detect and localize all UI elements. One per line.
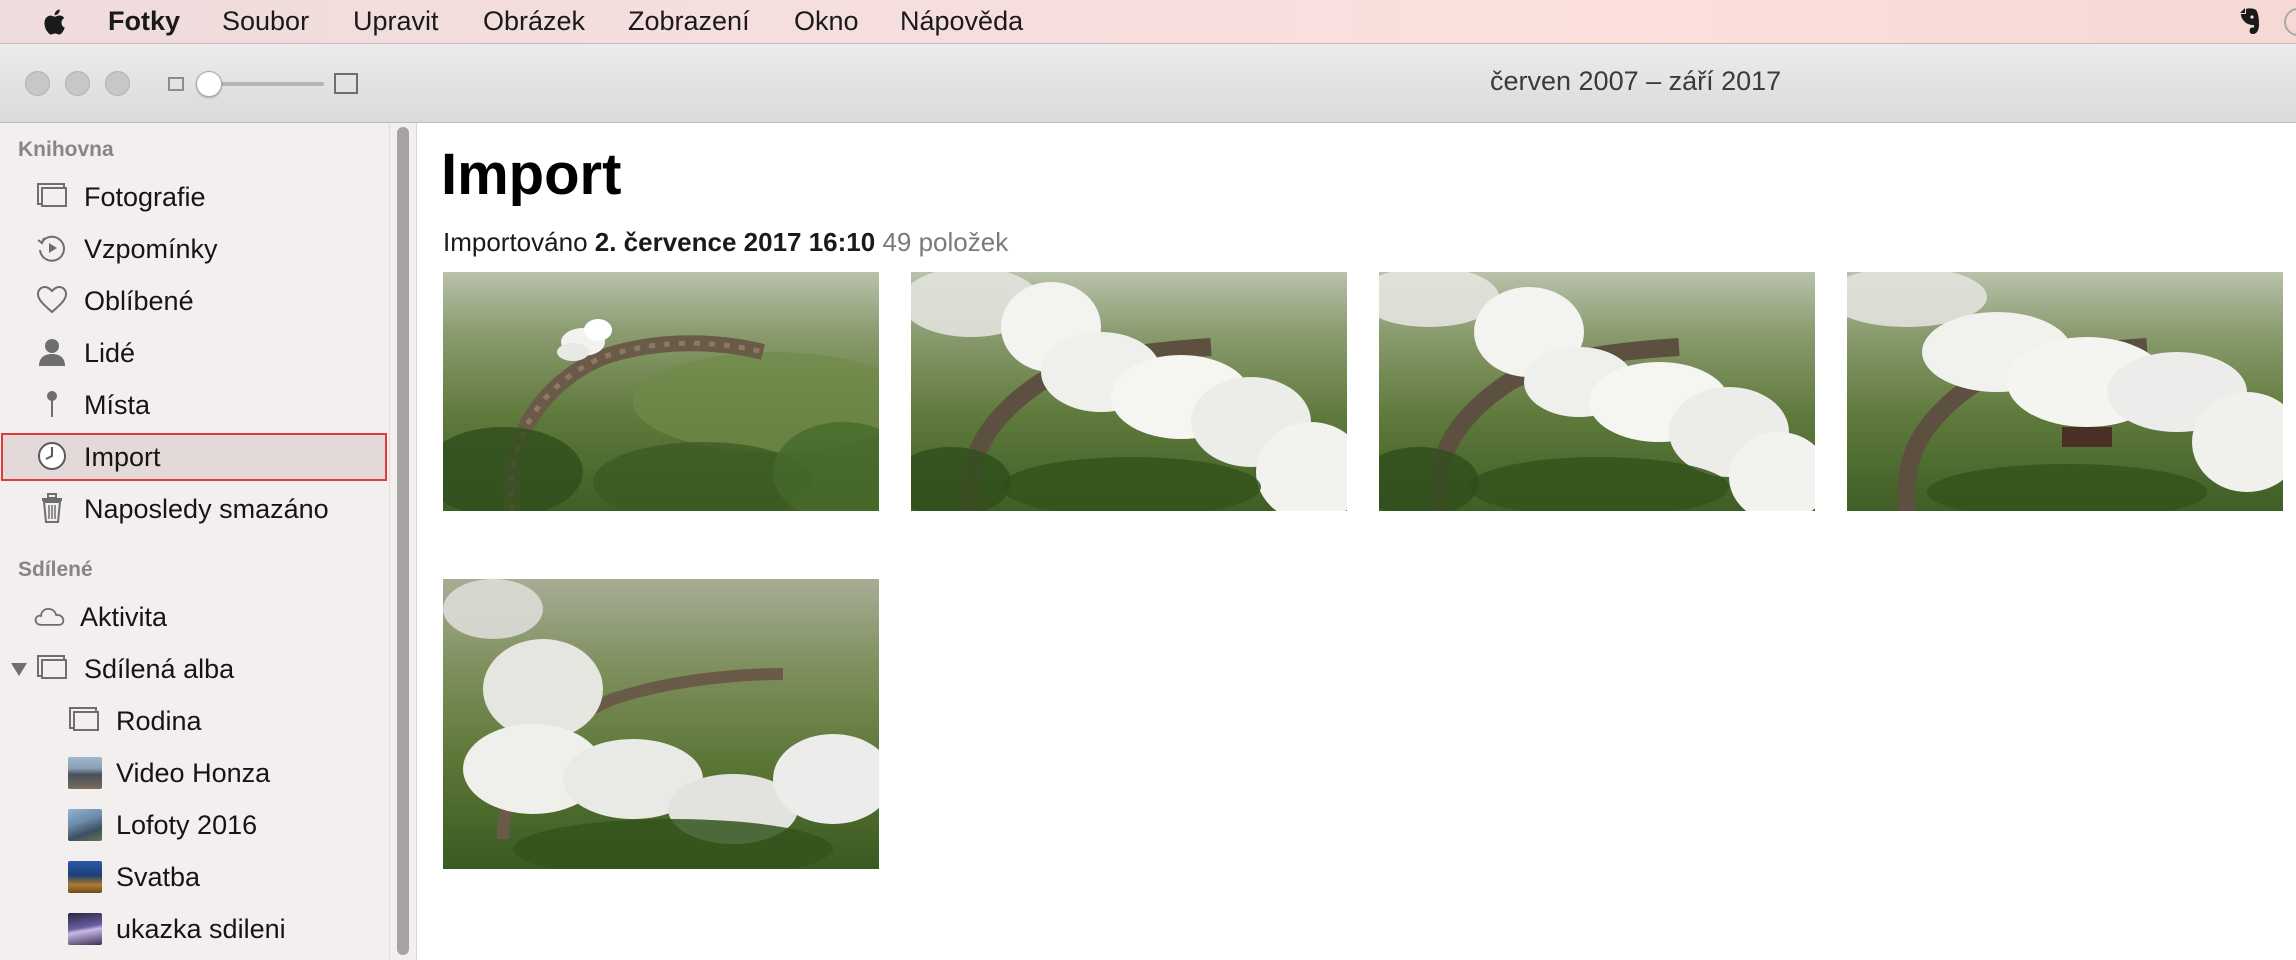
- sidebar-item-places[interactable]: Místa: [0, 381, 389, 429]
- heart-icon: [36, 285, 68, 314]
- albums-icon: [37, 655, 67, 679]
- cloud-icon: [34, 607, 65, 626]
- disclosure-triangle-icon[interactable]: [10, 661, 28, 677]
- photos-icon: [37, 183, 67, 207]
- main-content: Import Importováno 2. července 2017 16:1…: [416, 123, 2296, 960]
- zoom-window-button[interactable]: [105, 71, 130, 96]
- sidebar: Knihovna Fotografie Vzpomínky Oblíbené L…: [0, 123, 389, 960]
- import-info: Importováno 2. července 2017 16:10 49 po…: [443, 227, 1008, 258]
- sidebar-album-svatba[interactable]: Svatba: [0, 853, 389, 901]
- sidebar-item-shared-albums[interactable]: Sdílená alba: [0, 645, 389, 693]
- sidebar-album-video-honza[interactable]: Video Honza: [0, 749, 389, 797]
- album-thumbnail: [68, 809, 102, 841]
- menu-app-name[interactable]: Fotky: [108, 6, 180, 37]
- sidebar-item-label: Naposledy smazáno: [84, 494, 329, 524]
- memories-icon: [37, 235, 65, 262]
- photo-image: [911, 272, 1347, 511]
- sidebar-item-activity[interactable]: Aktivita: [0, 593, 389, 641]
- status-menu-icon[interactable]: [2284, 8, 2296, 36]
- sidebar-item-label: Místa: [84, 390, 151, 420]
- menu-obrazek[interactable]: Obrázek: [483, 6, 585, 37]
- large-thumbnail-icon: [334, 73, 358, 94]
- small-thumbnail-icon: [168, 77, 184, 91]
- album-thumbnail: [68, 861, 102, 893]
- sidebar-item-import[interactable]: Import: [1, 433, 387, 481]
- sidebar-item-favorites[interactable]: Oblíbené: [0, 277, 389, 325]
- sidebar-item-label: Vzpomínky: [84, 234, 218, 264]
- menu-upravit[interactable]: Upravit: [353, 6, 439, 37]
- sidebar-item-label: Import: [84, 442, 161, 472]
- photo-thumbnail[interactable]: [1847, 272, 2283, 511]
- import-date: 2. července 2017 16:10: [594, 227, 876, 257]
- photo-thumbnail[interactable]: [443, 272, 879, 511]
- import-prefix: Importováno: [443, 227, 588, 257]
- sidebar-item-recently-deleted[interactable]: Naposledy smazáno: [0, 485, 389, 533]
- item-count: 49 položek: [882, 227, 1009, 257]
- album-thumbnail: [68, 913, 102, 945]
- person-icon: [39, 339, 65, 366]
- album-thumbnail: [68, 757, 102, 789]
- sidebar-item-label: ukazka sdileni: [116, 914, 286, 944]
- sidebar-item-label: Lofoty 2016: [116, 810, 258, 840]
- photo-image: [443, 272, 879, 511]
- sidebar-item-label: Video Honza: [116, 758, 271, 788]
- sidebar-item-label: Rodina: [116, 706, 202, 736]
- photo-image: [443, 579, 879, 869]
- section-title-shared: Sdílené: [18, 558, 93, 581]
- zoom-slider-knob[interactable]: [196, 71, 222, 97]
- sidebar-album-lofoty[interactable]: Lofoty 2016: [0, 801, 389, 849]
- sidebar-item-label: Aktivita: [80, 602, 168, 632]
- menu-soubor[interactable]: Soubor: [222, 6, 309, 37]
- sidebar-item-label: Lidé: [84, 338, 136, 368]
- clock-icon: [38, 442, 66, 470]
- menu-bar: Fotky Soubor Upravit Obrázek Zobrazení O…: [0, 0, 2296, 44]
- photo-thumbnail[interactable]: [1379, 272, 1815, 511]
- trash-icon: [42, 493, 62, 523]
- sidebar-album-ukazka[interactable]: ukazka sdileni: [0, 905, 389, 953]
- sidebar-item-label: Oblíbené: [84, 286, 194, 316]
- album-icon: [69, 707, 99, 731]
- sidebar-scrollbar[interactable]: [389, 123, 416, 960]
- evernote-icon[interactable]: [2232, 4, 2266, 38]
- minimize-window-button[interactable]: [65, 71, 90, 96]
- window-titlebar: červen 2007 – září 2017: [0, 44, 2296, 123]
- photo-thumbnail[interactable]: [443, 579, 879, 869]
- sidebar-album-rodina[interactable]: Rodina: [0, 697, 389, 745]
- sidebar-item-people[interactable]: Lidé: [0, 329, 389, 377]
- window-title: červen 2007 – září 2017: [1490, 66, 1782, 96]
- sidebar-item-photos[interactable]: Fotografie: [0, 173, 389, 221]
- sidebar-item-label: Sdílená alba: [84, 654, 235, 684]
- page-title: Import: [441, 142, 622, 207]
- apple-icon[interactable]: [38, 5, 72, 39]
- photo-image: [1847, 272, 2283, 511]
- sidebar-scrollbar-thumb[interactable]: [397, 127, 409, 955]
- section-title-library: Knihovna: [18, 138, 114, 161]
- menu-zobrazeni[interactable]: Zobrazení: [628, 6, 750, 37]
- close-window-button[interactable]: [25, 71, 50, 96]
- photo-image: [1379, 272, 1815, 511]
- pin-icon: [47, 391, 57, 417]
- photo-thumbnail[interactable]: [911, 272, 1347, 511]
- sidebar-item-memories[interactable]: Vzpomínky: [0, 225, 389, 273]
- menu-napoveda[interactable]: Nápověda: [900, 6, 1023, 37]
- sidebar-item-label: Fotografie: [84, 182, 206, 212]
- menu-okno[interactable]: Okno: [794, 6, 859, 37]
- sidebar-item-label: Svatba: [116, 862, 201, 892]
